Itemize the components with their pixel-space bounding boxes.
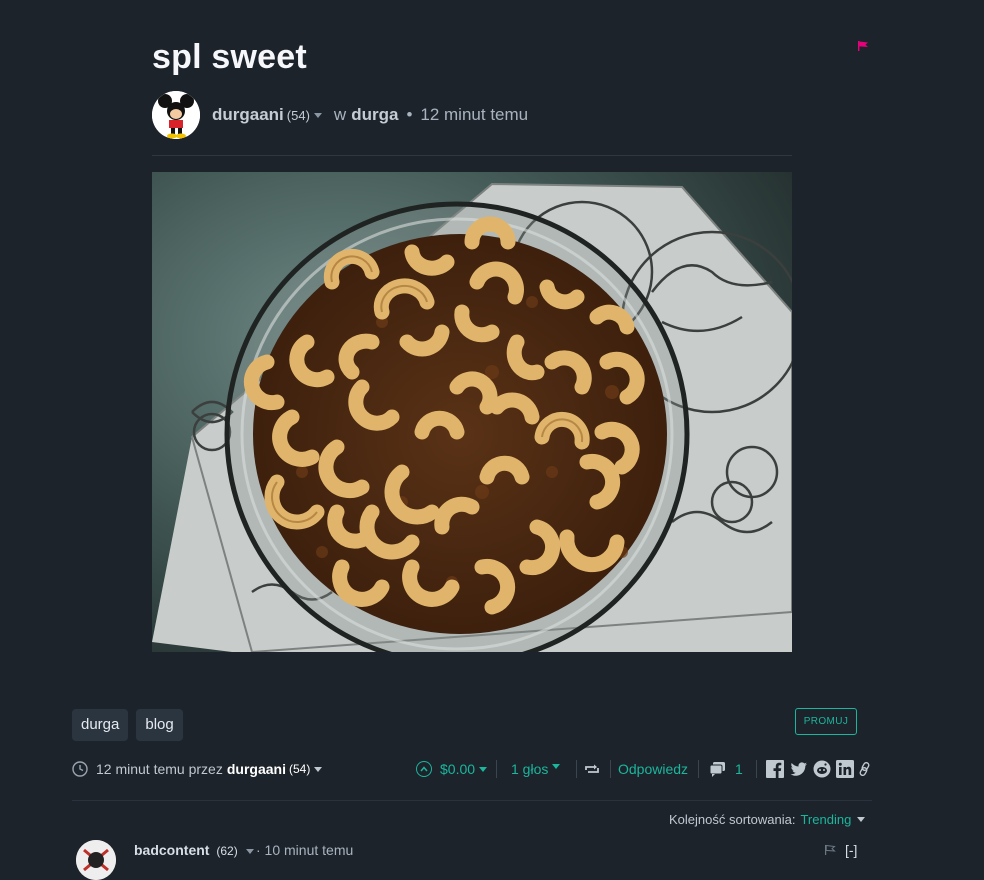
reddit-icon[interactable]: [813, 760, 831, 778]
posted-info: 12 minut temu przez durgaani (54): [96, 758, 323, 780]
community-link[interactable]: durga: [351, 105, 398, 125]
sort-control: Kolejność sortowania: Trending: [669, 812, 866, 827]
comment-item: badcontent (62) · 10 minut temu [-]: [72, 836, 872, 880]
chevron-down-icon[interactable]: [245, 848, 254, 854]
comment-reputation: (62): [216, 844, 238, 858]
vote-section: $0.00: [416, 758, 488, 780]
flag-icon[interactable]: [857, 40, 869, 52]
divider: [698, 760, 699, 778]
footer-reputation: (54): [288, 762, 311, 776]
chevron-down-icon[interactable]: [552, 763, 561, 769]
post-title: spl sweet: [152, 38, 307, 76]
promote-button[interactable]: PROMUJ: [795, 708, 857, 735]
sort-dropdown[interactable]: Trending: [800, 812, 851, 827]
comment-time: · 10 minut temu: [256, 842, 354, 858]
post-author-row: durgaani (54) w durga • 12 minut temu: [152, 90, 528, 140]
chevron-down-icon[interactable]: [314, 766, 323, 772]
in-label: w: [333, 105, 347, 124]
chevron-down-icon[interactable]: [313, 112, 322, 118]
chevron-down-icon[interactable]: [479, 766, 488, 772]
chevron-down-icon[interactable]: [857, 817, 866, 822]
author-reputation: (54): [286, 107, 310, 123]
divider: [610, 760, 611, 778]
posted-time: 12 minut temu przez: [96, 761, 223, 777]
post-footer: 12 minut temu przez durgaani (54) $0.00 …: [72, 758, 884, 780]
comment-author-block: badcontent (62): [134, 842, 254, 858]
comment-author[interactable]: badcontent: [134, 842, 209, 858]
divider: [72, 800, 872, 801]
share-buttons: [766, 758, 871, 780]
post-image: [152, 172, 792, 652]
post-author[interactable]: durgaani: [212, 105, 284, 125]
comments-count[interactable]: 1: [709, 758, 743, 780]
avatar[interactable]: [152, 91, 200, 139]
tag-durga[interactable]: durga: [72, 709, 129, 741]
payout-value[interactable]: $0.00: [440, 761, 475, 777]
tag-blog[interactable]: blog: [136, 709, 183, 741]
flag-icon[interactable]: [824, 844, 836, 856]
votes-count[interactable]: 1 głos: [511, 758, 561, 780]
resteem-icon[interactable]: [584, 758, 600, 780]
clock-icon: [72, 761, 88, 777]
post-time: 12 minut temu: [420, 105, 529, 124]
linkedin-icon[interactable]: [836, 760, 854, 778]
collapse-button[interactable]: [-]: [845, 842, 857, 858]
facebook-icon[interactable]: [766, 760, 784, 778]
twitter-icon[interactable]: [789, 760, 808, 778]
upvote-icon[interactable]: [416, 761, 432, 777]
comments-icon: [709, 762, 725, 777]
link-icon[interactable]: [859, 761, 871, 777]
divider: [152, 155, 792, 156]
divider: [756, 760, 757, 778]
votes-label[interactable]: 1 głos: [511, 761, 548, 777]
comment-count[interactable]: 1: [735, 761, 743, 777]
divider: [496, 760, 497, 778]
avatar[interactable]: [76, 840, 116, 880]
divider: [576, 760, 577, 778]
tag-list: durga blog: [72, 709, 183, 741]
reply-button[interactable]: Odpowiedz: [618, 758, 688, 780]
footer-author[interactable]: durgaani: [227, 761, 286, 777]
separator: •: [406, 105, 413, 124]
sort-label: Kolejność sortowania:: [669, 812, 796, 827]
